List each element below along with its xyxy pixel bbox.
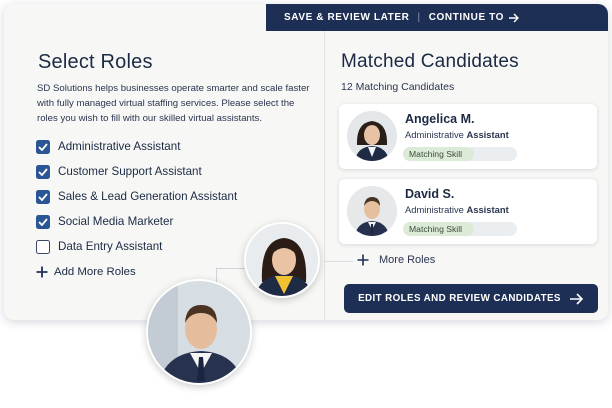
topbar-separator: | (417, 12, 421, 23)
add-more-roles-label: Add More Roles (54, 265, 136, 278)
role-option-sales-lead-generation-assistant[interactable]: Sales & Lead Generation Assistant (36, 184, 237, 209)
edit-roles-label: EDIT ROLES AND REVIEW CANDIDATES (358, 293, 561, 304)
role-label: Data Entry Assistant (58, 240, 163, 253)
top-action-bar: SAVE & REVIEW LATER | CONTINUE TO (266, 4, 608, 31)
role-option-administrative-assistant[interactable]: Administrative Assistant (36, 134, 237, 159)
matched-candidates-title: Matched Candidates (341, 51, 519, 72)
avatar (347, 186, 397, 236)
role-label: Customer Support Assistant (58, 165, 202, 178)
continue-to-button[interactable]: CONTINUE TO (429, 12, 520, 23)
role-checkbox[interactable] (36, 139, 50, 154)
role-checkbox[interactable] (36, 189, 50, 204)
role-checkbox[interactable] (36, 164, 50, 179)
matching-skill-label: Matching Skill (409, 224, 463, 234)
role-label: Sales & Lead Generation Assistant (58, 190, 238, 203)
role-label: Administrative Assistant (58, 140, 181, 153)
role-option-customer-support-assistant[interactable]: Customer Support Assistant (36, 159, 237, 184)
continue-label: CONTINUE TO (428, 12, 504, 23)
avatar (347, 111, 397, 161)
role-option-social-media-marketer[interactable]: Social Media Marketer (36, 209, 237, 234)
role-label: Social Media Marketer (58, 215, 174, 228)
roles-list: Administrative Assistant Customer Suppor… (36, 134, 237, 284)
matched-candidates-panel: Matched Candidates 12 Matching Candidate… (325, 31, 608, 320)
candidate-name: David S. (405, 187, 455, 201)
candidate-card-angelica[interactable]: Angelica M. Administrative Assistant Mat… (339, 104, 597, 169)
plus-icon (36, 266, 48, 277)
save-review-later-button[interactable]: SAVE & REVIEW LATER (284, 12, 409, 23)
candidate-role: Administrative Assistant (405, 204, 509, 215)
female-professional-photo (244, 222, 320, 298)
plus-icon (357, 254, 369, 266)
matching-skill-bar: Matching Skill (403, 222, 517, 236)
arrow-right-icon (569, 292, 584, 305)
checkmark-icon (38, 217, 48, 226)
more-roles-button[interactable]: More Roles (357, 254, 435, 266)
checkmark-icon (38, 167, 48, 176)
more-roles-connector (325, 261, 353, 262)
matching-skill-bar: Matching Skill (403, 147, 517, 161)
edit-roles-review-candidates-button[interactable]: EDIT ROLES AND REVIEW CANDIDATES (344, 284, 598, 313)
role-option-data-entry-assistant[interactable]: Data Entry Assistant (36, 234, 237, 259)
matching-candidates-count: 12 Matching Candidates (341, 81, 455, 93)
role-checkbox[interactable] (36, 239, 50, 254)
checkmark-icon (38, 142, 48, 151)
select-roles-description: SD Solutions helps businesses operate sm… (37, 83, 310, 124)
role-checkbox[interactable] (36, 214, 50, 229)
candidate-card-david[interactable]: David S. Administrative Assistant Matchi… (339, 179, 597, 244)
arrow-right-icon (509, 13, 519, 22)
candidate-name: Angelica M. (405, 112, 475, 126)
more-roles-label: More Roles (379, 254, 436, 266)
checkmark-icon (38, 192, 48, 201)
select-roles-title: Select Roles (38, 51, 153, 73)
candidate-role: Administrative Assistant (405, 129, 509, 140)
male-professional-photo (146, 279, 252, 385)
matching-skill-label: Matching Skill (409, 149, 463, 159)
